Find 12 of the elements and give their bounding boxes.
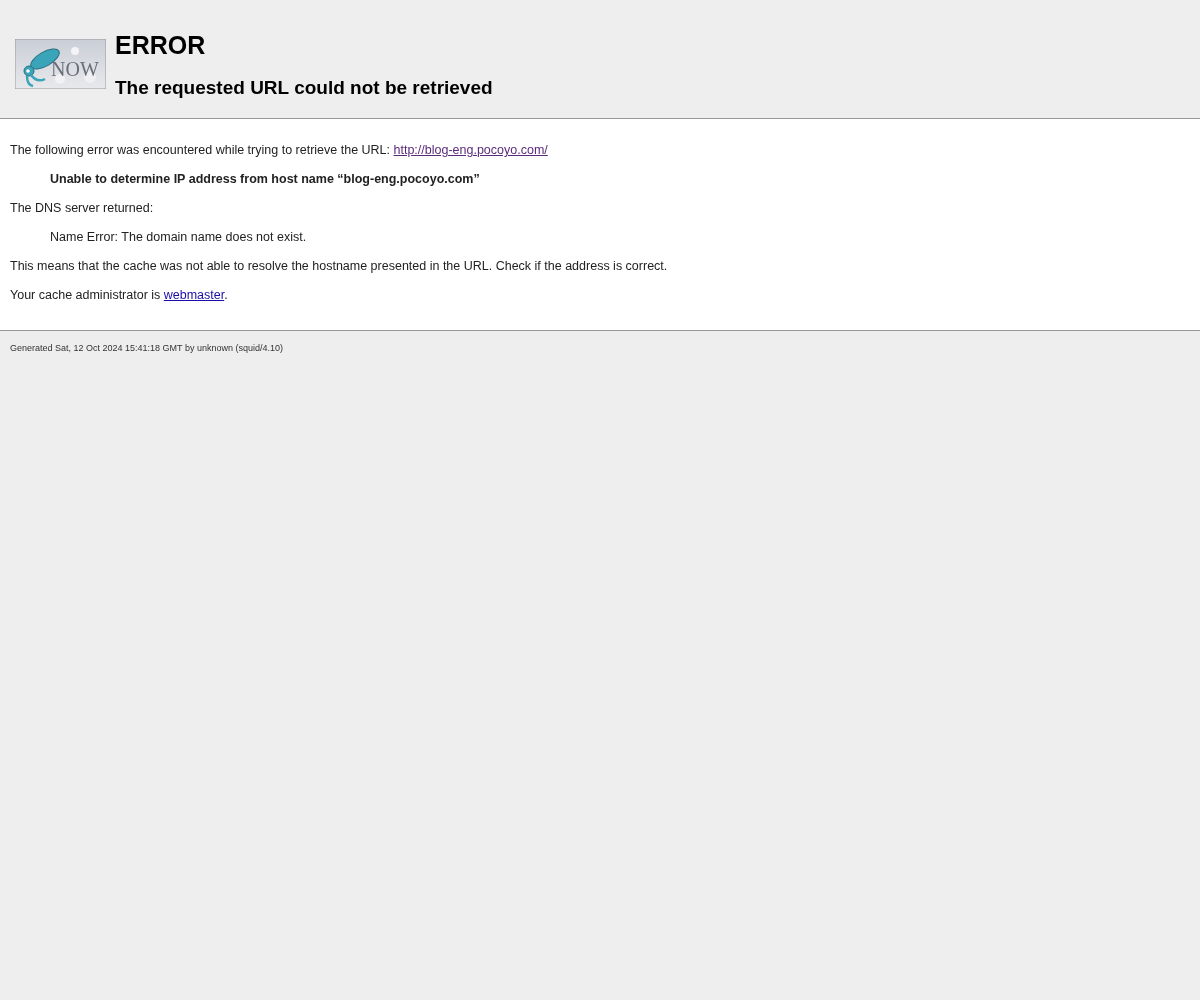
error-detail-text: Name Error: The domain name does not exist. bbox=[49, 229, 308, 246]
error-message-text: Unable to determine IP address from host name “blog-eng.pocoyo.com” bbox=[49, 171, 481, 188]
paragraph-text: The DNS server returned: bbox=[10, 200, 155, 217]
link[interactable]: http://blog-eng.pocoyo.com/ bbox=[393, 143, 548, 157]
paragraph-text: Your cache administrator is webmaster. bbox=[10, 287, 229, 304]
squid-logo: NOW bbox=[15, 39, 106, 89]
link[interactable]: webmaster bbox=[163, 288, 225, 302]
error-subtitle: The requested URL could not be retrieved bbox=[115, 76, 493, 100]
paragraph-text: This means that the cache was not able to resolve the hostname presented in the URL. Check if the address is correct. bbox=[10, 258, 669, 275]
footer-text: Generated Sat, 12 Oct 2024 15:41:18 GMT by unknown (squid/4.10) bbox=[9, 342, 284, 355]
error-title: ERROR bbox=[115, 30, 207, 60]
paragraph-text: The following error was encountered while trying to retrieve the URL: http://blog-eng.pocoyo.com/ bbox=[10, 142, 549, 159]
